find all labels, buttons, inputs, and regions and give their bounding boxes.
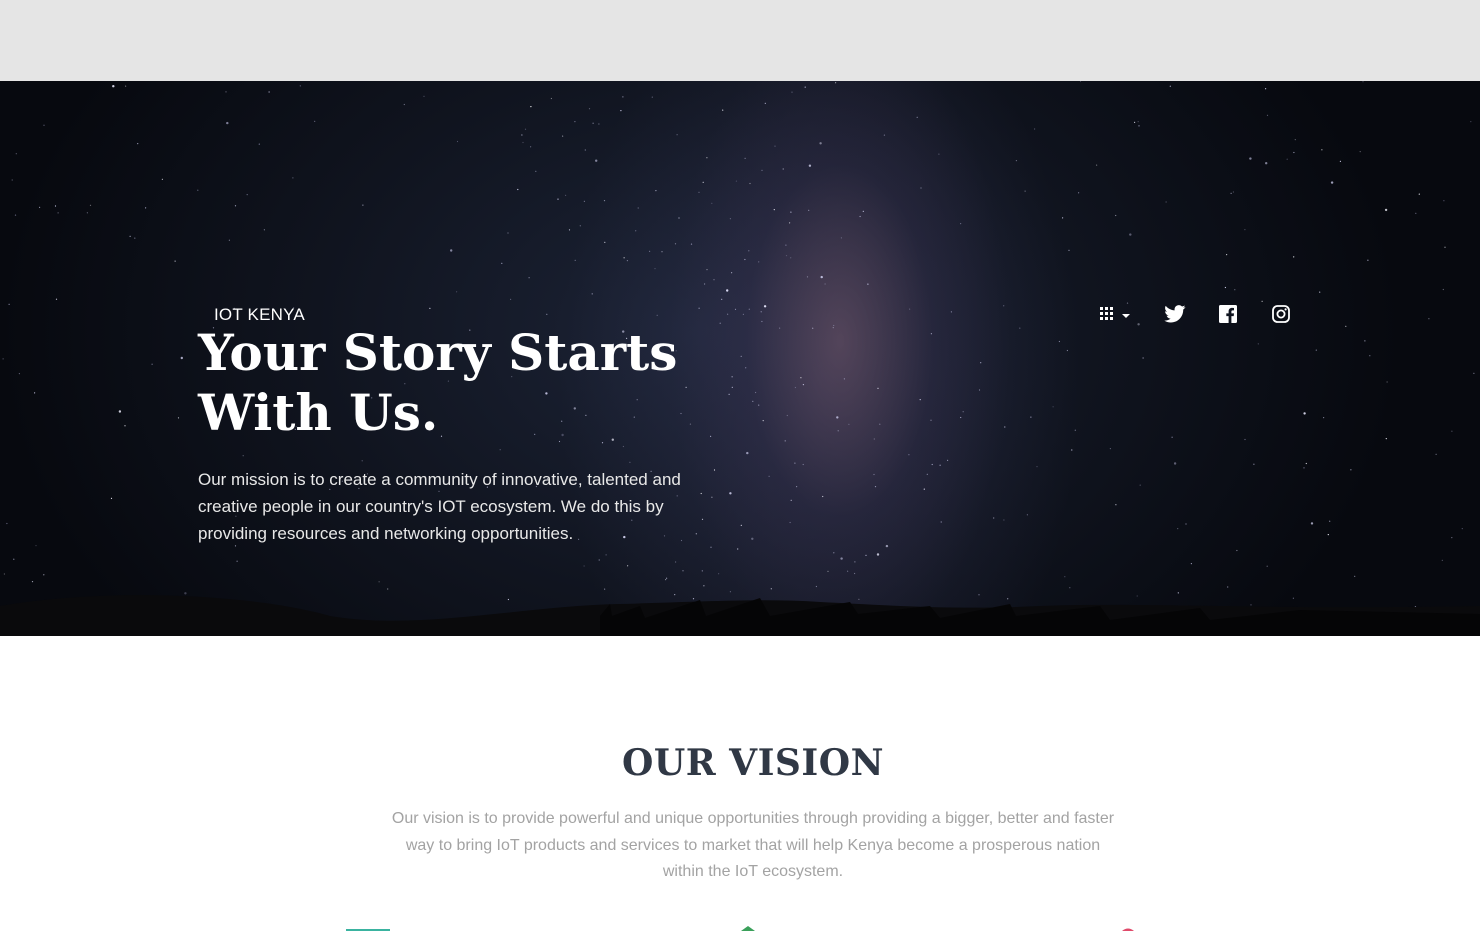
twitter-icon	[1164, 304, 1186, 328]
instagram-icon	[1272, 304, 1290, 328]
hero-headline: Your Story Starts With Us.	[198, 323, 678, 442]
vision-statement: Our vision is to provide powerful and un…	[391, 810, 1115, 880]
apps-grid-icon	[1100, 306, 1114, 326]
instagram-link[interactable]	[1268, 303, 1294, 329]
chevron-down-icon	[1122, 314, 1130, 318]
treeline-silhouette	[0, 595, 1480, 636]
vision-heading: OUR VISION	[621, 742, 885, 784]
brand-name[interactable]: IOT KENYA	[214, 305, 305, 325]
hero-section: IOT KENYA Your Story Starts With Us. Our…	[0, 81, 1480, 636]
feature-icon-peek-3	[1120, 918, 1136, 931]
twitter-link[interactable]	[1162, 303, 1188, 329]
feature-icon-peek-2	[740, 918, 756, 931]
facebook-icon	[1219, 304, 1237, 328]
top-navbar	[0, 0, 1480, 81]
social-links	[1100, 303, 1294, 329]
facebook-link[interactable]	[1215, 303, 1241, 329]
apps-menu-button[interactable]	[1100, 303, 1136, 329]
feature-icon-peek-1	[346, 918, 390, 931]
mission-statement: Our mission is to create a community of …	[198, 470, 681, 543]
